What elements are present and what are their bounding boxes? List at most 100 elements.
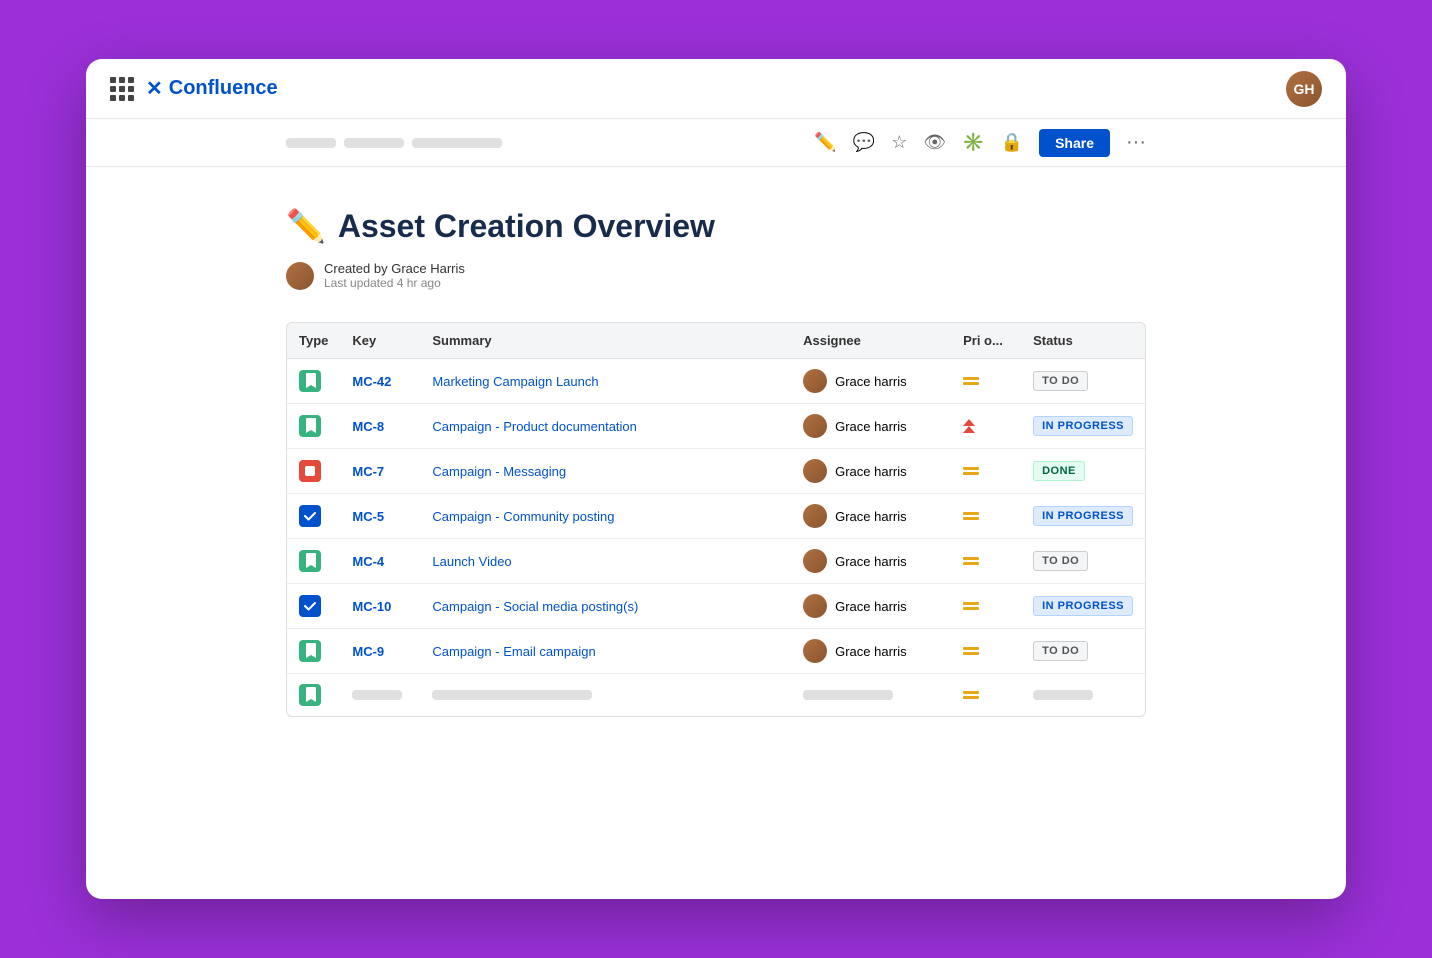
assignee-avatar bbox=[803, 594, 827, 618]
status-badge: IN PROGRESS bbox=[1033, 416, 1133, 436]
assignee-avatar bbox=[803, 369, 827, 393]
cell-type bbox=[287, 629, 340, 674]
assignee-avatar bbox=[803, 504, 827, 528]
edit-icon[interactable]: ✏️ bbox=[814, 132, 836, 153]
issue-summary-link[interactable]: Campaign - Social media posting(s) bbox=[432, 599, 638, 614]
page-meta: Created by Grace Harris Last updated 4 h… bbox=[286, 261, 1146, 290]
app-switcher-icon[interactable] bbox=[110, 77, 134, 101]
table-row: MC-4 Launch Video Grace harris TO DO bbox=[287, 539, 1145, 584]
more-options-button[interactable]: ··· bbox=[1126, 131, 1146, 154]
assignee-name: Grace harris bbox=[835, 419, 907, 434]
cell-summary-loading bbox=[420, 674, 791, 717]
issue-key-link[interactable]: MC-9 bbox=[352, 644, 384, 659]
status-badge: TO DO bbox=[1033, 641, 1088, 661]
type-icon-task bbox=[299, 505, 321, 527]
assignee-cell: Grace harris bbox=[803, 414, 939, 438]
star-icon[interactable]: ☆ bbox=[891, 132, 907, 153]
cell-status: IN PROGRESS bbox=[1021, 494, 1145, 539]
cell-priority bbox=[951, 584, 1021, 629]
cell-key: MC-7 bbox=[340, 449, 420, 494]
issue-key-link[interactable]: MC-7 bbox=[352, 464, 384, 479]
issue-summary-link[interactable]: Launch Video bbox=[432, 554, 511, 569]
table-row: MC-5 Campaign - Community posting Grace … bbox=[287, 494, 1145, 539]
breadcrumbs bbox=[286, 138, 502, 148]
author-avatar bbox=[286, 262, 314, 290]
cell-key-loading bbox=[340, 674, 420, 717]
status-badge: TO DO bbox=[1033, 551, 1088, 571]
cell-summary: Campaign - Email campaign bbox=[420, 629, 791, 674]
cell-type-loading bbox=[287, 674, 340, 717]
assignee-name: Grace harris bbox=[835, 644, 907, 659]
issue-summary-link[interactable]: Campaign - Email campaign bbox=[432, 644, 595, 659]
issue-summary-link[interactable]: Marketing Campaign Launch bbox=[432, 374, 598, 389]
cell-summary: Campaign - Social media posting(s) bbox=[420, 584, 791, 629]
assignee-avatar bbox=[803, 639, 827, 663]
cell-key: MC-4 bbox=[340, 539, 420, 584]
title-text: Asset Creation Overview bbox=[338, 208, 715, 245]
user-avatar[interactable]: GH bbox=[1286, 71, 1322, 107]
cell-priority bbox=[951, 494, 1021, 539]
confluence-logo[interactable]: ✕ Confluence bbox=[146, 76, 278, 101]
topnav-left: ✕ Confluence bbox=[110, 76, 278, 101]
assignee-avatar bbox=[803, 459, 827, 483]
assignee-cell: Grace harris bbox=[803, 639, 939, 663]
created-by: Created by Grace Harris bbox=[324, 261, 465, 276]
title-emoji: ✏️ bbox=[286, 207, 326, 245]
issue-summary-link[interactable]: Campaign - Messaging bbox=[432, 464, 566, 479]
type-icon-bug bbox=[299, 460, 321, 482]
cell-assignee-loading bbox=[791, 674, 951, 717]
assignee-avatar bbox=[803, 549, 827, 573]
table-row-loading bbox=[287, 674, 1145, 717]
type-icon-story bbox=[299, 550, 321, 572]
issue-key-link[interactable]: MC-8 bbox=[352, 419, 384, 434]
cell-status: DONE bbox=[1021, 449, 1145, 494]
cell-priority bbox=[951, 404, 1021, 449]
cell-summary: Launch Video bbox=[420, 539, 791, 584]
breadcrumb-item bbox=[286, 138, 336, 148]
cell-assignee: Grace harris bbox=[791, 539, 951, 584]
cell-assignee: Grace harris bbox=[791, 629, 951, 674]
breadcrumb-item bbox=[412, 138, 502, 148]
issue-key-link[interactable]: MC-4 bbox=[352, 554, 384, 569]
col-header-type: Type bbox=[287, 323, 340, 359]
type-icon-story bbox=[299, 370, 321, 392]
assignee-name: Grace harris bbox=[835, 599, 907, 614]
col-header-key: Key bbox=[340, 323, 420, 359]
assignee-name: Grace harris bbox=[835, 374, 907, 389]
assignee-cell: Grace harris bbox=[803, 594, 939, 618]
table-header-row: Type Key Summary Assignee Pri o... Statu… bbox=[287, 323, 1145, 359]
table-row: MC-10 Campaign - Social media posting(s)… bbox=[287, 584, 1145, 629]
issue-summary-link[interactable]: Campaign - Community posting bbox=[432, 509, 614, 524]
lock-icon[interactable]: 🔒 bbox=[1001, 132, 1023, 153]
issues-table: Type Key Summary Assignee Pri o... Statu… bbox=[287, 323, 1145, 716]
cell-summary: Marketing Campaign Launch bbox=[420, 359, 791, 404]
cell-type bbox=[287, 539, 340, 584]
sparkle-icon[interactable]: ✳️ bbox=[962, 132, 984, 153]
watch-icon[interactable]: 👁 bbox=[923, 132, 946, 153]
cell-key: MC-10 bbox=[340, 584, 420, 629]
cell-priority-loading bbox=[951, 674, 1021, 717]
cell-key: MC-42 bbox=[340, 359, 420, 404]
cell-assignee: Grace harris bbox=[791, 494, 951, 539]
cell-type bbox=[287, 404, 340, 449]
assignee-cell: Grace harris bbox=[803, 369, 939, 393]
cell-assignee: Grace harris bbox=[791, 404, 951, 449]
table-row: MC-7 Campaign - Messaging Grace harris D… bbox=[287, 449, 1145, 494]
issue-summary-link[interactable]: Campaign - Product documentation bbox=[432, 419, 637, 434]
issue-key-link[interactable]: MC-10 bbox=[352, 599, 391, 614]
comment-icon[interactable]: 💬 bbox=[853, 132, 875, 153]
assignee-avatar bbox=[803, 414, 827, 438]
col-header-priority: Pri o... bbox=[951, 323, 1021, 359]
cell-key: MC-5 bbox=[340, 494, 420, 539]
issue-key-link[interactable]: MC-5 bbox=[352, 509, 384, 524]
cell-assignee: Grace harris bbox=[791, 584, 951, 629]
page-content: ✏️ Asset Creation Overview Created by Gr… bbox=[86, 167, 1346, 757]
jira-table: Type Key Summary Assignee Pri o... Statu… bbox=[286, 322, 1146, 717]
issue-key-link[interactable]: MC-42 bbox=[352, 374, 391, 389]
status-badge: IN PROGRESS bbox=[1033, 596, 1133, 616]
logo-x-icon: ✕ bbox=[146, 76, 163, 101]
share-button[interactable]: Share bbox=[1039, 129, 1110, 157]
cell-priority bbox=[951, 359, 1021, 404]
cell-status-loading bbox=[1021, 674, 1145, 717]
cell-assignee: Grace harris bbox=[791, 449, 951, 494]
